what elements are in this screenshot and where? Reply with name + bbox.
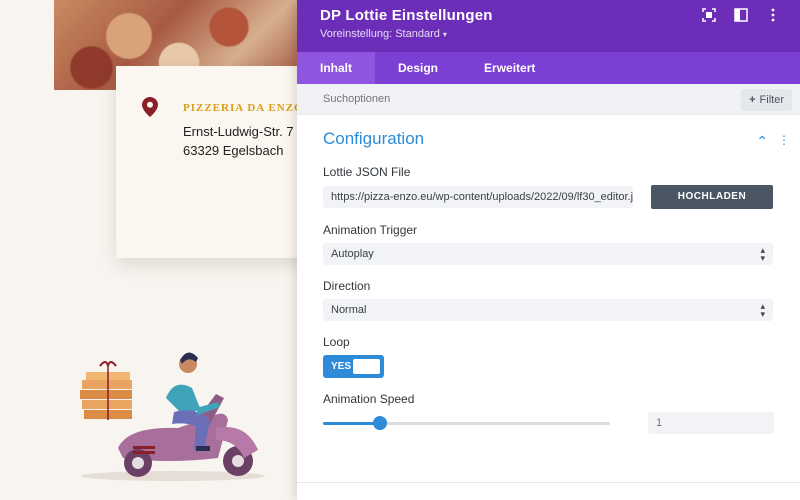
section-divider [297,482,800,483]
search-row: +Filter [297,84,800,115]
preset-label: Voreinstellung: Standard [320,28,440,40]
speed-slider-fill [323,421,381,425]
loop-label: Loop [323,335,350,349]
address-line-2: 63329 Egelsbach [183,143,284,158]
panel-header: DP Lottie Einstellungen Voreinstellung: … [297,0,800,52]
filter-button[interactable]: + Filter [741,89,792,111]
speed-slider[interactable] [323,415,610,430]
json-url-input[interactable]: https://pizza-enzo.eu/wp-content/uploads… [323,186,633,208]
speed-row [323,412,774,434]
json-file-row: https://pizza-enzo.eu/wp-content/uploads… [323,185,774,209]
search-options-input[interactable] [323,93,623,105]
loop-toggle-text: YES [331,361,352,372]
tab-design[interactable]: Design [375,52,461,84]
loop-toggle[interactable]: YES [323,355,384,378]
panel-tabs: Inhalt Design Erweitert [297,52,800,84]
scooter-delivery-illustration [80,352,265,481]
section-title[interactable]: Configuration [323,129,774,151]
trigger-label: Animation Trigger [323,223,418,237]
caret-down-icon: ▾ [442,30,447,39]
card-title: PIZZERIA DA ENZO [183,102,298,114]
map-pin-icon [142,97,158,117]
settings-panel: DP Lottie Einstellungen Voreinstellung: … [297,0,800,500]
json-file-label: Lottie JSON File [323,165,411,179]
toggle-knob [353,359,380,374]
speed-label: Animation Speed [323,392,415,406]
section-more-icon[interactable]: ⋮ [778,133,790,150]
plus-icon: + [749,94,756,106]
trigger-select[interactable]: Autoplay ▴ ▾ [323,243,773,265]
chevron-up-icon[interactable]: ⌃ [756,133,768,150]
direction-label: Direction [323,279,371,293]
speed-input[interactable] [648,412,774,434]
select-arrows-icon: ▴ ▾ [760,301,765,319]
panel-title: DP Lottie Einstellungen [320,7,493,24]
trigger-value: Autoplay [331,248,374,260]
preset-selector[interactable]: Voreinstellung: Standard ▾ [320,28,447,40]
section-controls: ⌃ ⋮ [756,133,790,150]
fullscreen-icon[interactable] [702,8,716,22]
tab-inhalt[interactable]: Inhalt [297,52,375,84]
direction-select[interactable]: Normal ▴ ▾ [323,299,773,321]
card-text-clip: PIZZERIA DA ENZO Ernst-Ludwig-Str. 7 633… [180,90,298,170]
header-actions [702,8,780,22]
direction-value: Normal [331,304,367,316]
address-line-1: Ernst-Ludwig-Str. 7 [183,124,294,139]
more-options-icon[interactable] [766,8,780,22]
upload-button[interactable]: HOCHLADEN [651,185,773,209]
split-view-icon[interactable] [734,8,748,22]
filter-label: Filter [759,94,784,106]
select-arrows-icon: ▴ ▾ [760,245,765,263]
tab-erweitert[interactable]: Erweitert [461,52,558,84]
speed-slider-handle[interactable] [373,415,388,430]
configuration-section: Configuration ⌃ ⋮ Lottie JSON File https… [297,129,800,434]
